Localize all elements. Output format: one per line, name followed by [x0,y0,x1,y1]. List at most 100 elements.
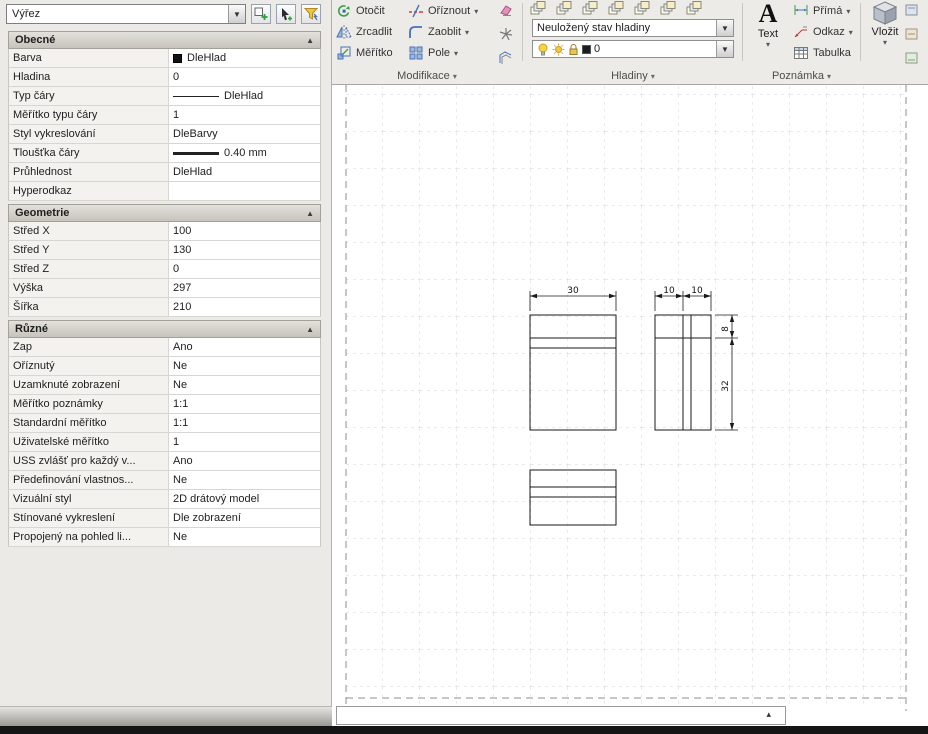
layer-tool-button[interactable] [686,1,704,19]
offset-icon [498,50,514,66]
property-label: Střed Z [9,260,169,278]
clipped-tool-button[interactable] [904,26,920,45]
property-value[interactable]: Ano [169,338,320,356]
palette-resize-bar[interactable] [0,706,332,726]
chevron-down-icon[interactable]: ▼ [228,5,245,23]
property-value[interactable]: 2D drátový model [169,490,320,508]
property-value[interactable]: 297 [169,279,320,297]
quick-select-button[interactable] [301,4,321,24]
value-text: 0.40 mm [224,147,267,159]
offset-button[interactable] [498,50,514,69]
drawing-canvas[interactable]: 30 10 10 8 32 [332,85,928,726]
leader-button[interactable]: Odkaz ▾ [793,22,853,42]
pickadd-toggle-button[interactable] [251,4,271,24]
property-value[interactable]: 0 [169,260,320,278]
panel-title-modify[interactable]: Modifikace ▾ [334,70,520,82]
property-value[interactable]: Ne [169,357,320,375]
scale-icon [336,45,352,61]
layer-tool-button[interactable] [608,1,626,19]
layers-icon [530,1,548,16]
property-row: Průhlednost DleHlad [8,163,321,182]
object-type-dropdown[interactable]: Výřez ▼ [6,4,246,24]
linear-dimension-button[interactable]: Přímá ▾ [793,1,850,21]
property-value[interactable]: Ano [169,452,320,470]
property-value[interactable]: 0.40 mm [169,144,320,162]
clipped-tool-button[interactable] [904,2,920,21]
drawing-area[interactable]: 30 10 10 8 32 [332,85,928,726]
section-header-obecne[interactable]: Obecné ▲ [8,31,321,49]
collapse-arrow-icon[interactable]: ▲ [306,325,314,334]
scale-label: Měřítko [356,47,393,59]
fillet-label: Zaoblit [428,26,461,38]
property-value[interactable]: DleHlad [169,87,320,105]
text-button[interactable]: A Text ▾ [747,0,789,62]
table-label: Tabulka [813,47,851,59]
property-value[interactable] [169,182,320,200]
select-objects-button[interactable] [276,4,296,24]
insert-block-button[interactable]: Vložit ▾ [866,0,904,62]
erase-button[interactable] [498,2,514,21]
section-header-ruzne[interactable]: Různé ▲ [8,320,321,338]
layer-tools-row [530,1,704,19]
property-value[interactable]: Dle zobrazení [169,509,320,527]
property-value[interactable]: DleBarvy [169,125,320,143]
fillet-button[interactable]: Zaoblit ▾ [408,22,469,42]
section-header-geometrie[interactable]: Geometrie ▲ [8,204,321,222]
layer-tool-button[interactable] [634,1,652,19]
mirror-label: Zrcadlit [356,26,392,38]
property-value[interactable]: Ne [169,376,320,394]
property-value[interactable]: Ne [169,471,320,489]
property-value[interactable]: DleHlad [169,49,320,67]
property-label: USS zvlášť pro každý v... [9,452,169,470]
property-value[interactable]: 1 [169,433,320,451]
mirror-button[interactable]: Zrcadlit [336,22,392,42]
chevron-down-icon[interactable]: ▼ [716,41,733,57]
explode-button[interactable] [498,26,514,45]
layer-state-dropdown[interactable]: Neuložený stav hladiny ▼ [532,19,734,37]
property-value[interactable]: 1:1 [169,414,320,432]
palette-toolbar: Výřez ▼ [6,4,321,24]
panel-title-annotate[interactable]: Poznámka ▾ [745,70,858,82]
collapse-arrow-icon[interactable]: ▲ [306,36,314,45]
layer-tool-button[interactable] [660,1,678,19]
property-value[interactable]: 1 [169,106,320,124]
array-button[interactable]: Pole ▾ [408,43,458,63]
chevron-down-icon: ▾ [474,7,478,16]
table-button[interactable]: Tabulka [793,43,851,63]
text-tool-icon: A [759,0,778,28]
value-text: 0 [173,71,179,83]
property-label: Barva [9,49,169,67]
clipped-tool-button[interactable] [904,50,920,69]
property-row: Střed X 100 [8,222,321,241]
property-row: Tloušťka čáry 0.40 mm [8,144,321,163]
property-value[interactable]: 1:1 [169,395,320,413]
rotate-button[interactable]: Otočit [336,1,385,21]
value-text: 0 [173,263,179,275]
property-value[interactable]: 130 [169,241,320,259]
expand-up-button[interactable]: ▴ [766,709,771,720]
collapse-arrow-icon[interactable]: ▲ [306,209,314,218]
value-text: DleHlad [224,90,263,102]
trim-button[interactable]: Oříznout ▾ [408,1,478,21]
property-value[interactable]: Ne [169,528,320,546]
panel-title-layers[interactable]: Hladiny ▾ [526,70,740,82]
layer-tool-button[interactable] [582,1,600,19]
property-value[interactable]: 210 [169,298,320,316]
property-value[interactable]: DleHlad [169,163,320,181]
layer-tool-button[interactable] [530,1,548,19]
value-text: Ano [173,455,193,467]
property-label: Vizuální styl [9,490,169,508]
bottom-scroll-bar[interactable]: ▴ [336,706,786,725]
dim-col-right-text: 10 [691,286,703,296]
chevron-down-icon[interactable]: ▼ [716,20,733,36]
scale-button[interactable]: Měřítko [336,43,393,63]
property-row: Hyperodkaz [8,182,321,201]
property-label: Typ čáry [9,87,169,105]
property-value[interactable]: 100 [169,222,320,240]
value-text: 2D drátový model [173,493,259,505]
property-value[interactable]: 0 [169,68,320,86]
value-text: Ne [173,474,187,486]
layer-dropdown[interactable]: 0 ▼ [532,40,734,58]
chevron-down-icon: ▾ [454,49,458,58]
layer-tool-button[interactable] [556,1,574,19]
